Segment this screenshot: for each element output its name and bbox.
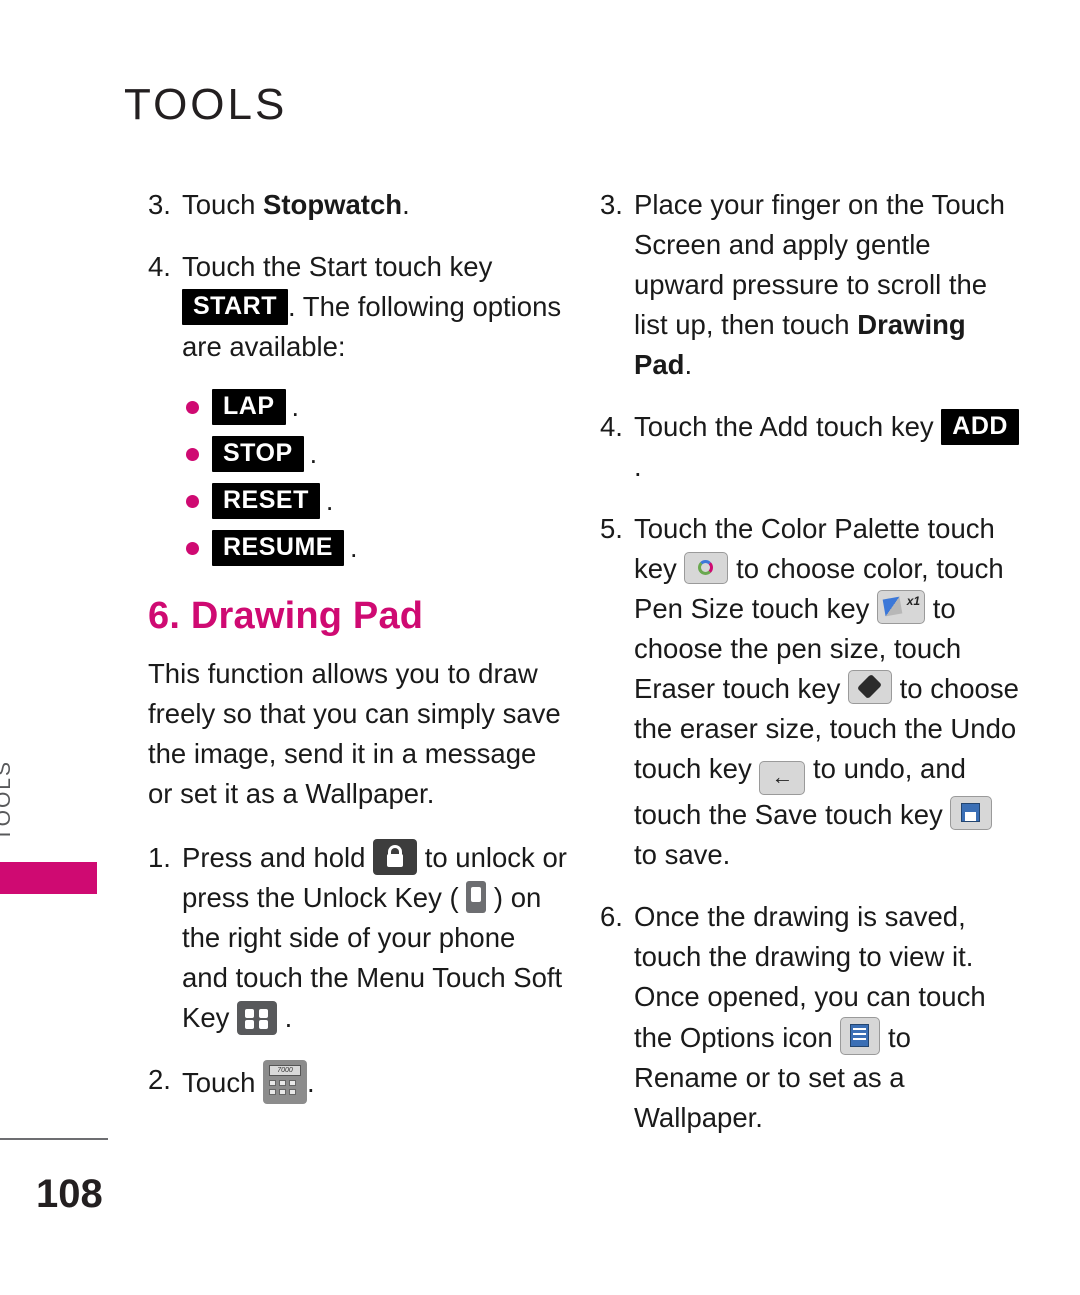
step-text: Touch the Start touch key xyxy=(182,251,493,282)
list-item: RESET . xyxy=(186,483,568,519)
list-item: LAP . xyxy=(186,389,568,425)
left-column: 3. Touch Stopwatch. 4. Touch the Start t… xyxy=(148,185,568,1126)
list-item: 3. Place your finger on the Touch Screen… xyxy=(600,185,1020,385)
list-item: 2. Touch 7000. xyxy=(148,1060,568,1104)
start-key-chip[interactable]: START xyxy=(182,289,288,325)
step-number: 1. xyxy=(148,842,171,873)
step-body: Place your finger on the Touch Screen an… xyxy=(634,185,1020,385)
step-text: Touch xyxy=(182,1067,264,1098)
bullet-dot-icon xyxy=(186,447,199,461)
page-number: 108 xyxy=(36,1172,103,1216)
eraser-icon[interactable] xyxy=(847,670,892,704)
lap-key-chip[interactable]: LAP xyxy=(212,389,286,425)
unlock-key-icon[interactable] xyxy=(466,881,487,913)
step-body: Once the drawing is saved, touch the dra… xyxy=(634,897,1020,1138)
right-column: 3. Place your finger on the Touch Screen… xyxy=(600,185,1020,1160)
bullet-dot-icon xyxy=(186,494,199,508)
pen-size-icon[interactable]: x1 xyxy=(877,590,926,624)
stop-key-chip[interactable]: STOP xyxy=(212,436,304,472)
step-text: . xyxy=(307,1067,315,1098)
step-text: . xyxy=(277,1002,293,1033)
list-item: 6. Once the drawing is saved, touch the … xyxy=(600,897,1020,1138)
step-text: Once the drawing is saved, touch the dra… xyxy=(634,901,986,1053)
step-number: 4. xyxy=(148,251,171,282)
step-text: Touch the Add touch key xyxy=(634,411,942,442)
step-text: Touch xyxy=(182,189,264,220)
step-number: 4. xyxy=(600,411,623,442)
section-intro-paragraph: This function allows you to draw freely … xyxy=(148,658,561,809)
step-number: 5. xyxy=(600,513,623,544)
step-number: 2. xyxy=(148,1064,171,1095)
list-item: 1. Press and hold to unlock or press the… xyxy=(148,838,568,1038)
section-heading: 6. Drawing Pad xyxy=(148,595,424,637)
resume-key-chip[interactable]: RESUME xyxy=(212,530,344,566)
step-text: . xyxy=(402,189,410,220)
stopwatch-options-list: LAP . STOP . RESET . RESUME . xyxy=(186,389,568,566)
page-title: TOOLS xyxy=(124,80,288,129)
bullet-dot-icon xyxy=(186,400,199,414)
step-body: Touch the Add touch key ADD . xyxy=(634,407,1020,487)
options-icon[interactable] xyxy=(840,1017,881,1055)
reset-key-chip[interactable]: RESET xyxy=(212,483,320,519)
side-tab-accent-bar xyxy=(0,862,97,894)
step-text: Press and hold xyxy=(182,842,374,873)
save-icon[interactable] xyxy=(950,796,993,830)
list-item: 4. Touch the Add touch key ADD . xyxy=(600,407,1020,487)
list-item: 4. Touch the Start touch key START. The … xyxy=(148,247,568,367)
step-text: . xyxy=(684,349,693,380)
tools-icon[interactable]: 7000 xyxy=(263,1060,308,1104)
step-body: Touch 7000. xyxy=(182,1060,568,1104)
side-tab-label: TOOLS xyxy=(0,760,15,841)
step-body: Touch Stopwatch. xyxy=(182,185,568,225)
bullet-dot-icon xyxy=(186,541,199,555)
add-key-chip[interactable]: ADD xyxy=(941,409,1019,445)
step-body: Press and hold to unlock or press the Un… xyxy=(182,838,568,1038)
period: . xyxy=(291,391,300,422)
period: . xyxy=(309,438,318,469)
step-number: 3. xyxy=(148,189,171,220)
undo-icon[interactable]: ← xyxy=(759,761,806,795)
step-text: . xyxy=(634,451,642,482)
step-text-bold: Stopwatch xyxy=(263,189,403,220)
step-text: to save. xyxy=(634,839,731,870)
list-item: 3. Touch Stopwatch. xyxy=(148,185,568,225)
step-number: 3. xyxy=(600,189,623,220)
color-palette-icon[interactable] xyxy=(684,552,729,584)
list-item: 5. Touch the Color Palette touch key to … xyxy=(600,509,1020,875)
list-item: RESUME . xyxy=(186,530,568,566)
period: . xyxy=(349,532,358,563)
step-body: Touch the Color Palette touch key to cho… xyxy=(634,509,1020,875)
lock-icon[interactable] xyxy=(373,839,418,875)
list-item: STOP . xyxy=(186,436,568,472)
step-body: Touch the Start touch key START. The fol… xyxy=(182,247,568,367)
period: . xyxy=(325,485,334,516)
footer-divider xyxy=(0,1138,108,1140)
menu-touch-soft-key-icon[interactable] xyxy=(237,1001,278,1035)
step-number: 6. xyxy=(600,901,623,932)
